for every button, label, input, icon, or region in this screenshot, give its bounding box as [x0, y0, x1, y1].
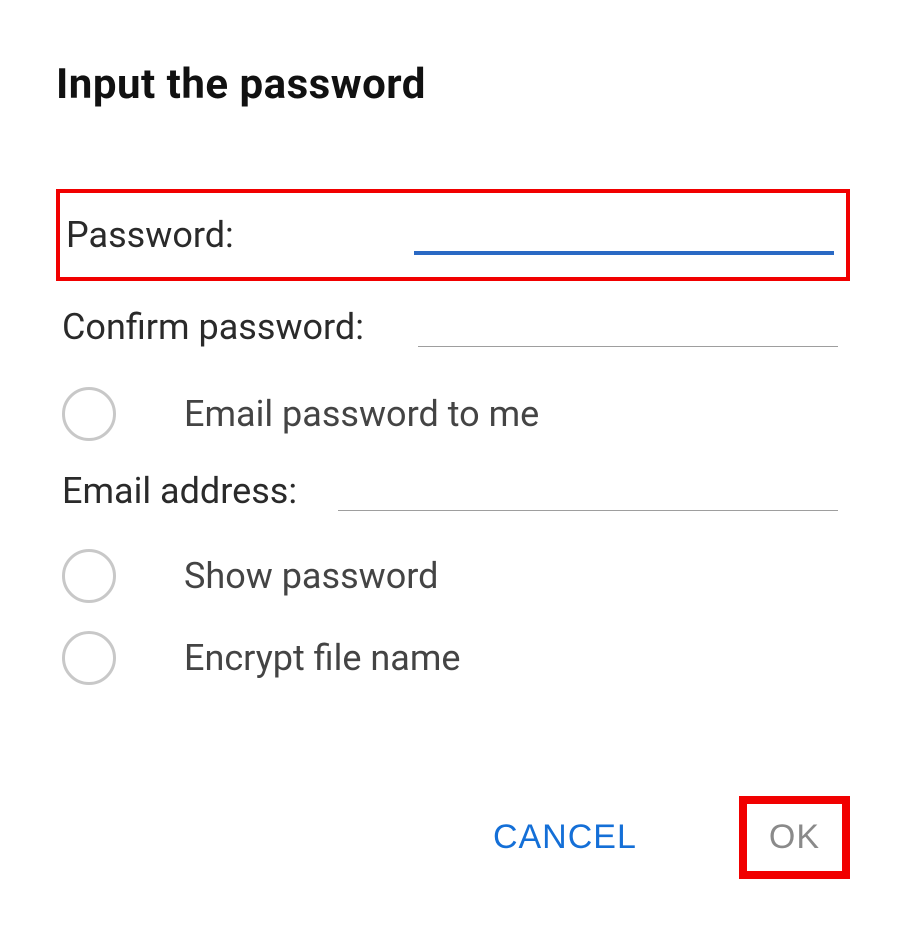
- radio-icon[interactable]: [62, 549, 116, 603]
- confirm-password-label: Confirm password:: [62, 306, 364, 348]
- dialog-title: Input the password: [56, 60, 850, 109]
- radio-icon[interactable]: [62, 387, 116, 441]
- show-password-label: Show password: [184, 555, 438, 597]
- ok-button[interactable]: OK: [739, 796, 850, 879]
- confirm-password-row: Confirm password:: [56, 281, 850, 373]
- password-label: Password:: [66, 214, 234, 256]
- password-dialog: Input the password Password: Confirm pas…: [0, 0, 898, 759]
- encrypt-file-name-label: Encrypt file name: [184, 637, 461, 679]
- confirm-password-input[interactable]: [418, 307, 838, 347]
- cancel-button[interactable]: CANCEL: [473, 804, 657, 871]
- password-row: Password:: [56, 189, 850, 281]
- email-address-input[interactable]: [338, 471, 838, 511]
- dialog-actions: CANCEL OK: [473, 796, 850, 879]
- encrypt-file-name-option[interactable]: Encrypt file name: [56, 617, 850, 699]
- password-input[interactable]: [414, 215, 834, 255]
- email-address-label: Email address:: [62, 470, 297, 512]
- email-address-row: Email address:: [56, 455, 850, 527]
- email-password-label: Email password to me: [184, 393, 539, 435]
- radio-icon[interactable]: [62, 631, 116, 685]
- email-password-option[interactable]: Email password to me: [56, 373, 850, 455]
- show-password-option[interactable]: Show password: [56, 535, 850, 617]
